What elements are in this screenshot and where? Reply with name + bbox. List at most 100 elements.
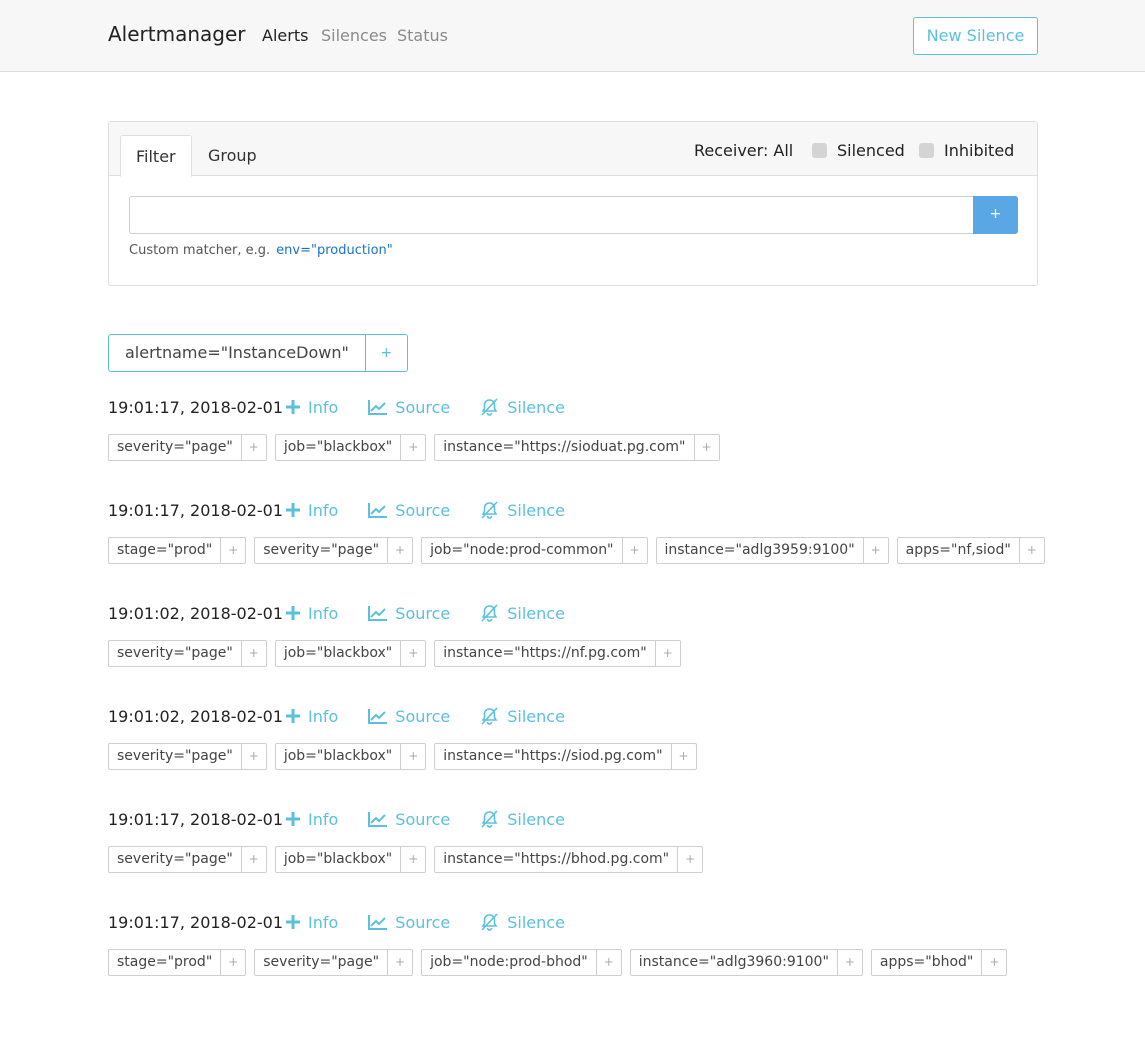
alert-label-add-button[interactable]: + — [388, 538, 412, 563]
nav-alerts[interactable]: Alerts — [262, 26, 308, 45]
inhibited-label: Inhibited — [944, 141, 1015, 160]
alert-item: 19:01:17, 2018-02-01 Info Source Silence… — [108, 495, 1045, 564]
bell-slash-icon — [480, 707, 499, 725]
info-label: Info — [308, 912, 339, 932]
alert-label-add-button[interactable]: + — [672, 744, 696, 769]
alert-label-text[interactable]: job="blackbox" — [276, 435, 402, 460]
plus-icon — [286, 400, 300, 414]
filter-hint: Custom matcher, e.g. env="production" — [129, 243, 393, 258]
tab-group[interactable]: Group — [193, 135, 272, 177]
alert-label-add-button[interactable]: + — [242, 435, 266, 460]
alert-label-add-button[interactable]: + — [401, 435, 425, 460]
alert-label-add-button[interactable]: + — [656, 641, 680, 666]
alert-label: job="node:prod-bhod" + — [421, 949, 622, 976]
alert-label: job="node:prod-common" + — [421, 537, 648, 564]
alert-label-text[interactable]: instance="https://bhod.pg.com" — [435, 847, 679, 872]
alert-label-text[interactable]: severity="page" — [109, 641, 242, 666]
info-button[interactable]: Info — [286, 604, 338, 623]
alert-item: 19:01:02, 2018-02-01 Info Source Silence… — [108, 598, 1038, 667]
plus-icon — [286, 915, 300, 929]
chart-line-icon — [368, 399, 388, 415]
info-button[interactable]: Info — [286, 707, 338, 726]
source-link[interactable]: Source — [368, 398, 450, 417]
alert-label-add-button[interactable]: + — [242, 847, 266, 872]
alert-label-text[interactable]: instance="https://nf.pg.com" — [435, 641, 656, 666]
alert-label-text[interactable]: severity="page" — [109, 744, 242, 769]
group-chip: alertname="InstanceDown" + — [108, 334, 408, 372]
alert-label-text[interactable]: severity="page" — [109, 847, 242, 872]
alert-label-text[interactable]: apps="bhod" — [872, 950, 983, 975]
info-button[interactable]: Info — [286, 913, 338, 932]
alert-timestamp: 19:01:17, 2018-02-01 — [108, 809, 284, 829]
alert-label-text[interactable]: apps="nf,siod" — [898, 538, 1020, 563]
group-label[interactable]: alertname="InstanceDown" — [109, 335, 366, 371]
nav-silences[interactable]: Silences — [321, 26, 387, 45]
alert-label-add-button[interactable]: + — [221, 538, 245, 563]
alert-label-add-button[interactable]: + — [242, 744, 266, 769]
nav-status[interactable]: Status — [397, 26, 448, 45]
silence-label: Silence — [507, 809, 565, 829]
alert-label-text[interactable]: instance="https://sioduat.pg.com" — [435, 435, 695, 460]
alert-label-text[interactable]: job="node:prod-bhod" — [422, 950, 597, 975]
filter-input[interactable] — [129, 196, 974, 234]
info-button[interactable]: Info — [286, 810, 338, 829]
receiver-select[interactable]: Receiver: All — [694, 141, 793, 160]
alert-label-text[interactable]: stage="prod" — [109, 950, 222, 975]
alert-label-text[interactable]: instance="adlg3960:9100" — [631, 950, 838, 975]
alert-label-text[interactable]: instance="https://siod.pg.com" — [435, 744, 672, 769]
alert-label-text[interactable]: job="blackbox" — [276, 744, 402, 769]
source-link[interactable]: Source — [368, 810, 450, 829]
silence-link[interactable]: Silence — [480, 398, 565, 417]
inhibited-checkbox-box[interactable] — [919, 143, 934, 158]
source-link[interactable]: Source — [368, 913, 450, 932]
silence-link[interactable]: Silence — [480, 604, 565, 623]
alert-label-text[interactable]: stage="prod" — [109, 538, 222, 563]
alert-label-text[interactable]: severity="page" — [109, 435, 242, 460]
alert-label-text[interactable]: job="blackbox" — [276, 847, 402, 872]
silenced-checkbox-box[interactable] — [812, 143, 827, 158]
inhibited-checkbox[interactable]: Inhibited — [919, 141, 1014, 160]
source-link[interactable]: Source — [368, 707, 450, 726]
alert-label-add-button[interactable]: + — [221, 950, 245, 975]
info-button[interactable]: Info — [286, 398, 338, 417]
alert-label-text[interactable]: job="blackbox" — [276, 641, 402, 666]
silence-link[interactable]: Silence — [480, 501, 565, 520]
alert-label-text[interactable]: instance="adlg3959:9100" — [657, 538, 864, 563]
tab-filter[interactable]: Filter — [120, 135, 192, 177]
alert-label-add-button[interactable]: + — [401, 744, 425, 769]
alert-label-add-button[interactable]: + — [597, 950, 621, 975]
silence-link[interactable]: Silence — [480, 707, 565, 726]
silence-label: Silence — [507, 603, 565, 623]
alert-label: job="blackbox" + — [274, 743, 427, 770]
info-button[interactable]: Info — [286, 501, 338, 520]
group-add-button[interactable]: + — [366, 335, 407, 371]
alert-label-add-button[interactable]: + — [678, 847, 702, 872]
source-link[interactable]: Source — [368, 604, 450, 623]
alert-label-add-button[interactable]: + — [1020, 538, 1044, 563]
info-label: Info — [308, 706, 339, 726]
alert-label: job="blackbox" + — [274, 434, 427, 461]
alert-label-text[interactable]: severity="page" — [255, 538, 389, 563]
filter-add-button[interactable]: + — [973, 196, 1018, 234]
brand[interactable]: Alertmanager — [108, 22, 246, 46]
alert-label-add-button[interactable]: + — [388, 950, 412, 975]
silence-link[interactable]: Silence — [480, 810, 565, 829]
alert-label-add-button[interactable]: + — [623, 538, 647, 563]
alert-label-add-button[interactable]: + — [401, 847, 425, 872]
bell-slash-icon — [480, 913, 499, 931]
alert-label-add-button[interactable]: + — [695, 435, 719, 460]
silence-link[interactable]: Silence — [480, 913, 565, 932]
alert-label-text[interactable]: severity="page" — [255, 950, 389, 975]
bell-slash-icon — [480, 810, 499, 828]
new-silence-button[interactable]: New Silence — [913, 17, 1038, 55]
alert-label-add-button[interactable]: + — [864, 538, 888, 563]
alert-label-text[interactable]: job="node:prod-common" — [422, 538, 623, 563]
alert-label-add-button[interactable]: + — [242, 641, 266, 666]
alert-label-add-button[interactable]: + — [838, 950, 862, 975]
silenced-checkbox[interactable]: Silenced — [812, 141, 905, 160]
alert-label-add-button[interactable]: + — [401, 641, 425, 666]
alert-label-add-button[interactable]: + — [982, 950, 1006, 975]
silence-label: Silence — [507, 912, 565, 932]
alert-label: instance="https://bhod.pg.com" + — [434, 846, 704, 873]
source-link[interactable]: Source — [368, 501, 450, 520]
